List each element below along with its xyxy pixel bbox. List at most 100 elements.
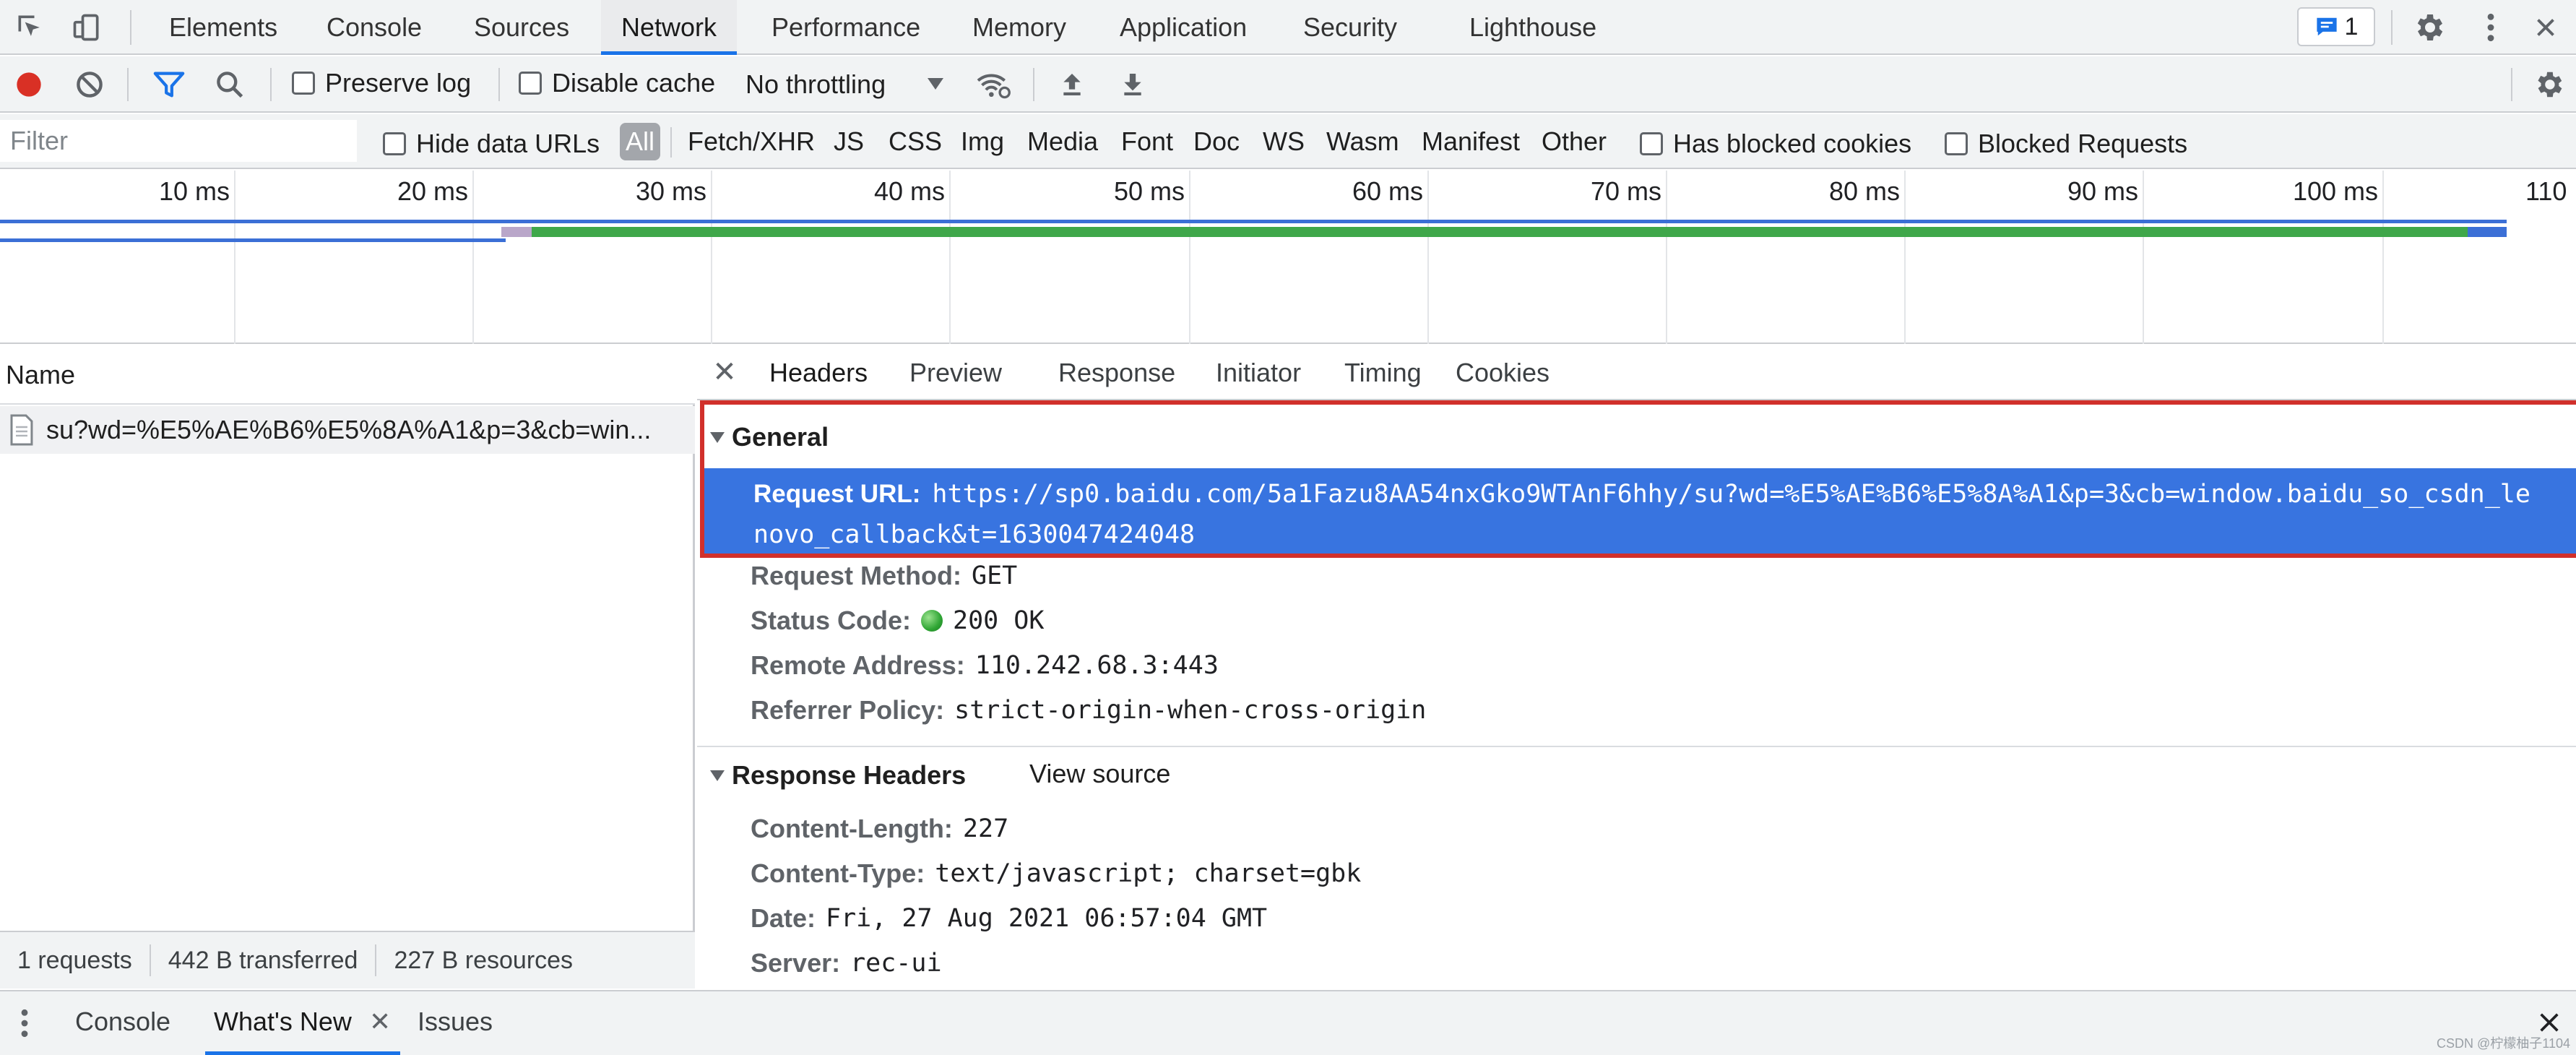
network-summary-bar: 1 requests 442 B transferred 227 B resou… [0, 931, 695, 989]
filter-type-manifest[interactable]: Manifest [1416, 123, 1526, 160]
tab-memory[interactable]: Memory [952, 0, 1086, 55]
document-icon [10, 414, 33, 446]
hide-data-urls-box[interactable] [383, 132, 406, 155]
response-headers-title: Response Headers [732, 760, 967, 790]
referrer-policy-value: strict-origin-when-cross-origin [954, 696, 1427, 725]
has-blocked-cookies-label: Has blocked cookies [1673, 129, 1912, 158]
timeline-content-bar [2468, 227, 2507, 237]
preserve-log-checkbox[interactable]: Preserve log [292, 68, 471, 98]
header-key: Content-Type: [751, 858, 925, 888]
filter-type-wasm[interactable]: Wasm [1321, 123, 1405, 160]
network-overview-timeline[interactable]: 10 ms 20 ms 30 ms 40 ms 50 ms 60 ms 70 m… [0, 171, 2576, 344]
tab-response[interactable]: Response [1044, 345, 1190, 400]
request-url-value: https://sp0.baidu.com/5a1Fazu8AA54nxGko9… [932, 480, 2530, 509]
header-value: 227 [962, 814, 1009, 843]
filter-type-ws[interactable]: WS [1257, 123, 1310, 160]
header-value: rec-ui [850, 949, 942, 978]
record-icon[interactable] [9, 64, 49, 105]
tick-label: 30 ms [635, 176, 706, 206]
preserve-log-box[interactable] [292, 72, 315, 95]
tab-console[interactable]: Console [306, 0, 442, 55]
preserve-log-label: Preserve log [325, 68, 472, 98]
more-options-icon[interactable] [2471, 7, 2511, 48]
request-url-row[interactable]: Request URL: https://sp0.baidu.com/5a1Faz… [700, 468, 2576, 555]
drawer-tab-console[interactable]: Console [66, 991, 179, 1055]
header-value: Fri, 27 Aug 2021 06:57:04 GMT [826, 904, 1268, 933]
network-settings-gear-icon[interactable] [2528, 64, 2569, 105]
blocked-requests-box[interactable] [1945, 132, 1968, 155]
disable-cache-checkbox[interactable]: Disable cache [519, 68, 715, 98]
close-icon[interactable]: ✕ [710, 356, 739, 389]
has-blocked-cookies-box[interactable] [1640, 132, 1663, 155]
request-url-key: Request URL: [753, 480, 921, 508]
tick-label: 90 ms [2067, 176, 2138, 206]
tab-initiator[interactable]: Initiator [1201, 345, 1315, 400]
request-name: su?wd=%E5%AE%B6%E5%8A%A1&p=3&cb=win... [46, 415, 652, 444]
filter-icon[interactable] [149, 64, 189, 105]
drawer-tab-whats-new[interactable]: What's New ✕ [205, 991, 400, 1055]
filter-type-font[interactable]: Font [1115, 123, 1179, 160]
filter-type-js[interactable]: JS [828, 123, 870, 160]
request-method-key: Request Method: [751, 561, 961, 590]
tab-performance[interactable]: Performance [751, 0, 941, 55]
tab-elements[interactable]: Elements [149, 0, 298, 55]
header-key: Date: [751, 903, 816, 933]
hide-data-urls-checkbox[interactable]: Hide data URLs [383, 129, 600, 159]
disable-cache-label: Disable cache [552, 68, 716, 98]
detail-tab-bar: ✕ Headers Preview Response Initiator Tim… [697, 345, 2576, 400]
blocked-requests-checkbox[interactable]: Blocked Requests [1945, 129, 2187, 159]
drawer-menu-icon[interactable] [19, 1007, 30, 1043]
chevron-down-icon[interactable] [928, 78, 943, 90]
status-code-row: Status Code: 200 OK [751, 606, 1044, 636]
tick-label: 70 ms [1590, 176, 1661, 206]
throttling-select[interactable]: No throttling [745, 66, 886, 103]
tick-label: 40 ms [873, 176, 945, 206]
table-row[interactable]: su?wd=%E5%AE%B6%E5%8A%A1&p=3&cb=win... [0, 406, 695, 454]
filter-type-media[interactable]: Media [1021, 123, 1104, 160]
general-section-toggle[interactable]: General [710, 422, 829, 452]
filter-type-css[interactable]: CSS [883, 123, 948, 160]
tab-timing[interactable]: Timing [1330, 345, 1436, 400]
header-key: Server: [751, 948, 841, 978]
timeline-request-line [0, 220, 2507, 223]
tab-security[interactable]: Security [1283, 0, 1417, 55]
name-column-header[interactable]: Name [0, 345, 695, 405]
tick-label: 80 ms [1828, 176, 1900, 206]
network-conditions-icon[interactable] [974, 64, 1014, 105]
tab-preview[interactable]: Preview [895, 345, 1016, 400]
clear-icon[interactable] [69, 64, 110, 105]
timeline-download-bar [532, 227, 2468, 237]
filter-type-img[interactable]: Img [955, 123, 1010, 160]
close-tab-icon[interactable]: ✕ [369, 1007, 391, 1036]
watermark: CSDN @柠檬柚子1104 [2437, 1036, 2570, 1051]
view-source-link[interactable]: View source [1029, 759, 1170, 789]
issues-badge[interactable]: 1 [2297, 7, 2375, 46]
settings-gear-icon[interactable] [2408, 7, 2449, 48]
filter-type-other[interactable]: Other [1536, 123, 1612, 160]
export-har-icon[interactable] [1112, 64, 1153, 105]
tab-cookies[interactable]: Cookies [1441, 345, 1564, 400]
response-headers-section-toggle[interactable]: Response Headers [710, 760, 966, 791]
has-blocked-cookies-checkbox[interactable]: Has blocked cookies [1640, 129, 1911, 159]
disable-cache-box[interactable] [519, 72, 542, 95]
import-har-icon[interactable] [1052, 64, 1092, 105]
tab-application[interactable]: Application [1099, 0, 1267, 55]
drawer-tab-issues[interactable]: Issues [409, 991, 501, 1055]
tab-sources[interactable]: Sources [454, 0, 589, 55]
timeline-request-line [0, 238, 506, 242]
response-header-row: Content-Length: 227 [751, 814, 1008, 844]
filter-type-doc[interactable]: Doc [1188, 123, 1245, 160]
inspect-element-icon[interactable] [10, 7, 51, 48]
filter-type-fetch-xhr[interactable]: Fetch/XHR [682, 123, 821, 160]
filter-input[interactable] [0, 120, 357, 162]
request-detail-pane: ✕ Headers Preview Response Initiator Tim… [697, 345, 2576, 989]
tab-network[interactable]: Network [601, 0, 738, 55]
tab-lighthouse[interactable]: Lighthouse [1449, 0, 1617, 55]
tab-headers[interactable]: Headers [755, 345, 882, 400]
header-value: text/javascript; charset=gbk [935, 859, 1362, 888]
filter-type-all[interactable]: All [620, 123, 661, 160]
close-devtools-icon[interactable] [2525, 7, 2566, 48]
device-toolbar-icon[interactable] [66, 7, 107, 48]
triangle-down-icon [710, 431, 725, 443]
search-icon[interactable] [209, 64, 250, 105]
